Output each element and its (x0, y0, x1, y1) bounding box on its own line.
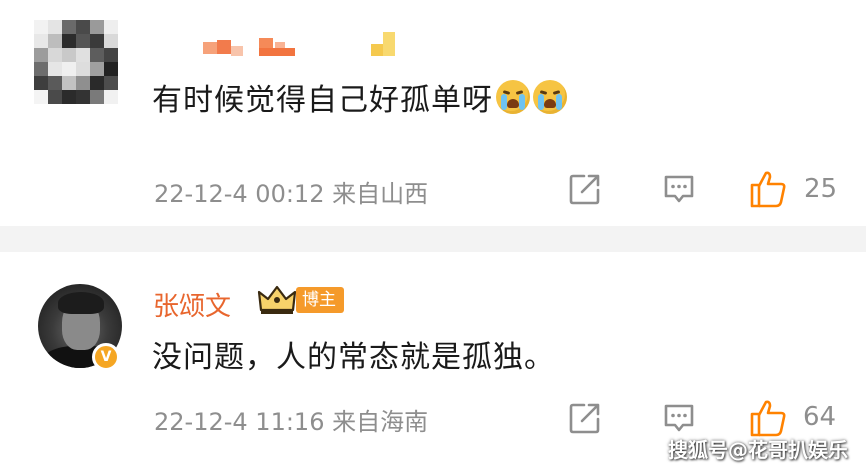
comment-meta: 22-12-4 00:12 来自山西 (154, 174, 428, 209)
username[interactable]: 张颂文 (153, 286, 231, 323)
comment-text: 有时候觉得自己好孤单呀 (152, 75, 567, 119)
share-external-icon[interactable] (567, 171, 603, 207)
verified-badge-icon: V (92, 343, 120, 371)
comment-meta: 22-12-4 11:16 来自海南 (154, 402, 428, 437)
share-external-icon[interactable] (567, 400, 603, 436)
comment-bubble-icon[interactable] (662, 172, 696, 206)
like-count: 64 (803, 402, 837, 432)
comment-text: 没问题，人的常态就是孤独。 (152, 340, 555, 375)
watermark: 搜狐号@花哥扒娱乐 (668, 438, 848, 462)
timestamp: 22-12-4 11:16 (154, 408, 325, 436)
like-count: 25 (804, 174, 838, 204)
comment-text-content: 有时候觉得自己好孤单呀 (152, 83, 493, 118)
thumbs-up-icon[interactable] (748, 397, 790, 439)
thumbs-up-icon[interactable] (748, 168, 790, 210)
timestamp: 22-12-4 00:12 (154, 180, 325, 208)
crying-face-emoji-icon (496, 80, 530, 114)
location: 来自山西 (332, 180, 429, 208)
blogger-badge: 博主 (296, 287, 344, 313)
username-pixelated[interactable] (203, 32, 403, 58)
crying-face-emoji-icon (533, 80, 567, 114)
crown-level-icon (257, 285, 297, 314)
avatar-pixelated[interactable] (34, 20, 118, 104)
comment-bubble-icon[interactable] (662, 401, 696, 435)
location: 来自海南 (332, 408, 429, 436)
